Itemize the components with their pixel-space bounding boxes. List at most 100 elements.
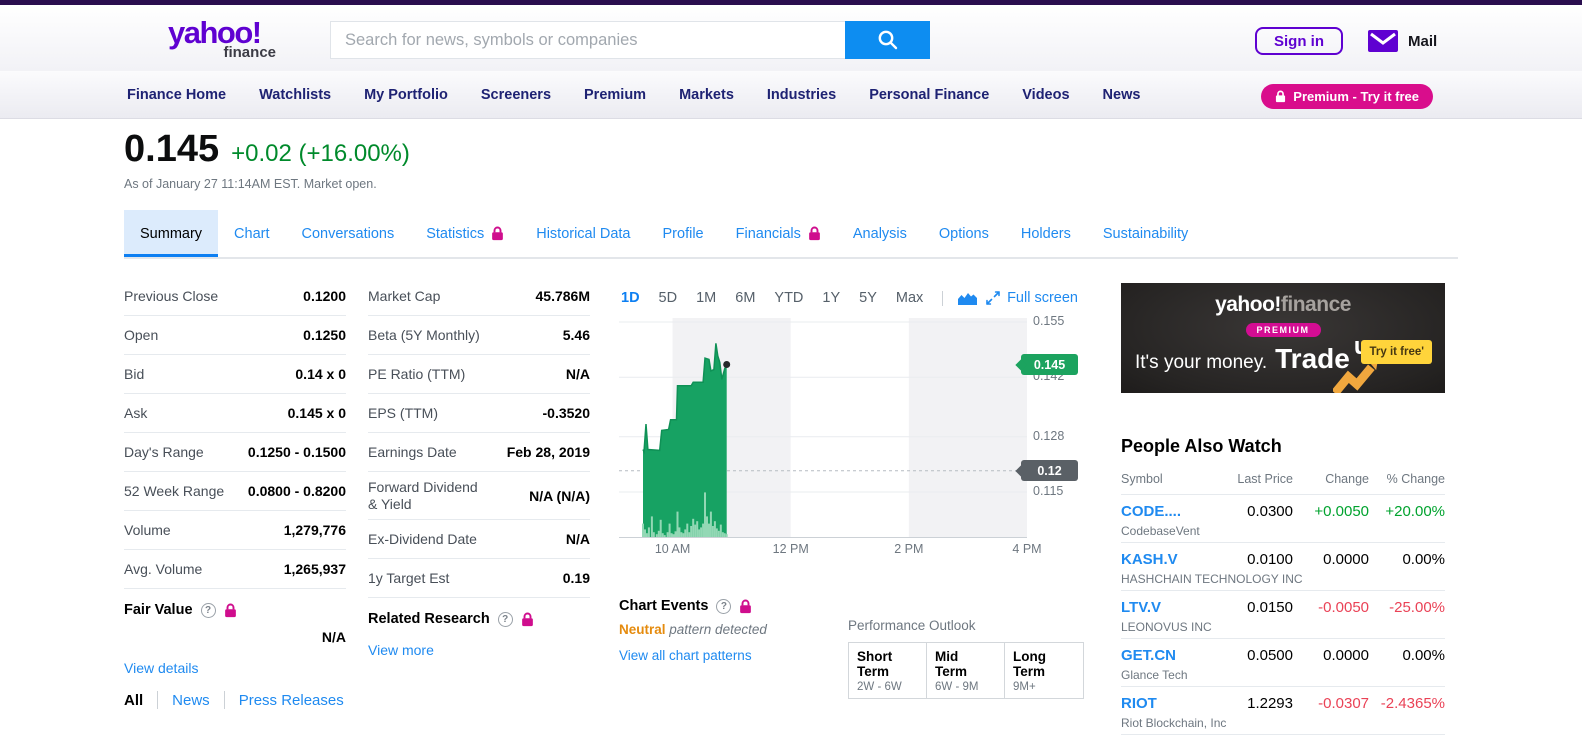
chart-events-title: Chart Events [619, 598, 708, 614]
nav-item[interactable]: Personal Finance [869, 87, 989, 103]
paw-row-code[interactable]: CODE....CodebaseVent0.0300+0.0050+20.00% [1121, 495, 1445, 543]
nav-item[interactable]: Videos [1022, 87, 1069, 103]
ad-logo: yahoo!finance [1121, 293, 1445, 317]
stat-row: Bid0.14 x 0 [124, 355, 346, 394]
tab-label: Profile [663, 226, 704, 242]
nav-item[interactable]: Markets [679, 87, 734, 103]
news-filter-all[interactable]: All [124, 692, 143, 709]
symbol-link[interactable]: CODE.... [1121, 503, 1181, 520]
current-price: 0.145 [124, 128, 219, 171]
range-button-6m[interactable]: 6M [735, 290, 755, 306]
last-price: 0.0150 [1247, 599, 1293, 616]
range-button-1d[interactable]: 1D [621, 290, 640, 306]
view-details-link[interactable]: View details [124, 660, 346, 676]
tab-options[interactable]: Options [923, 210, 1005, 257]
news-filter-tabs: All News Press Releases [124, 691, 344, 709]
search-input[interactable] [330, 21, 845, 59]
last-price: 0.0300 [1247, 503, 1293, 520]
stat-value: Feb 28, 2019 [507, 444, 590, 460]
stat-label: Market Cap [368, 288, 440, 305]
help-icon[interactable]: ? [716, 599, 731, 614]
percent-change: 0.00% [1402, 551, 1445, 568]
outlook-term: Long Term [1013, 649, 1057, 679]
stat-label: Ex-Dividend Date [368, 531, 477, 548]
view-more-link[interactable]: View more [368, 642, 590, 658]
range-button-5y[interactable]: 5Y [859, 290, 877, 306]
stat-value: 1,279,776 [284, 522, 346, 538]
tab-financials[interactable]: Financials [720, 210, 837, 257]
toolbar-divider [942, 291, 943, 306]
pattern-sentiment-suffix: pattern detected [669, 622, 767, 637]
tab-profile[interactable]: Profile [647, 210, 720, 257]
tabs-divider [124, 257, 1458, 259]
try-it-free-button[interactable]: Try it free' [1361, 340, 1432, 364]
company-name: HASHCHAIN TECHNOLOGY INC [1121, 572, 1303, 586]
tab-label: Options [939, 226, 989, 242]
full-screen-button[interactable]: Full screen [986, 290, 1078, 306]
paw-row-riot[interactable]: RIOTRiot Blockchain, Inc1.2293-0.0307-2.… [1121, 687, 1445, 735]
tab-chart[interactable]: Chart [218, 210, 285, 257]
quote-tabs: SummaryChartConversationsStatisticsHisto… [124, 210, 1204, 257]
stat-label: Volume [124, 522, 171, 539]
range-button-1y[interactable]: 1Y [822, 290, 840, 306]
yahoo-finance-logo[interactable]: yahoo! finance [168, 15, 278, 61]
tab-conversations[interactable]: Conversations [286, 210, 411, 257]
nav-item[interactable]: Finance Home [127, 87, 226, 103]
stat-label: Bid [124, 366, 144, 383]
tab-holders[interactable]: Holders [1005, 210, 1087, 257]
company-name: LEONOVUS INC [1121, 620, 1212, 634]
current-price-badge: 0.145 [1021, 354, 1078, 375]
x-tick-label: 2 PM [894, 542, 923, 556]
stat-row: Open0.1250 [124, 316, 346, 355]
fair-value-label: Fair Value [124, 602, 193, 618]
mail-link[interactable]: Mail [1368, 30, 1437, 52]
nav-item[interactable]: Premium [584, 87, 646, 103]
range-button-5d[interactable]: 5D [659, 290, 678, 306]
change: 0.0000 [1323, 647, 1369, 664]
tab-sustainability[interactable]: Sustainability [1087, 210, 1204, 257]
help-icon[interactable]: ? [201, 603, 216, 618]
nav-item[interactable]: Screeners [481, 87, 551, 103]
news-filter-press-releases[interactable]: Press Releases [239, 692, 344, 709]
area-chart-type-icon[interactable] [958, 292, 977, 305]
range-button-max[interactable]: Max [896, 290, 923, 306]
percent-change: 0.00% [1402, 647, 1445, 664]
stat-row: Avg. Volume1,265,937 [124, 550, 346, 589]
help-icon[interactable]: ? [498, 612, 513, 627]
quote-header: 0.145 +0.02 (+16.00%) [124, 128, 410, 171]
paw-row-kashv[interactable]: KASH.VHASHCHAIN TECHNOLOGY INC0.01000.00… [1121, 543, 1445, 591]
paw-row-getcn[interactable]: GET.CNGlance Tech0.05000.00000.00% [1121, 639, 1445, 687]
nav-item[interactable]: News [1103, 87, 1141, 103]
symbol-link[interactable]: GET.CN [1121, 647, 1176, 664]
nav-item[interactable]: Watchlists [259, 87, 331, 103]
stat-label: Earnings Date [368, 444, 457, 461]
sign-in-button[interactable]: Sign in [1255, 27, 1343, 55]
nav-item[interactable]: My Portfolio [364, 87, 448, 103]
fair-value-section: Fair Value ? N/A View details [124, 602, 346, 676]
search-button[interactable] [845, 21, 930, 59]
percent-change: +20.00% [1385, 503, 1445, 520]
range-button-1m[interactable]: 1M [696, 290, 716, 306]
stat-row: Day's Range0.1250 - 0.1500 [124, 433, 346, 472]
premium-try-it-free-button[interactable]: Premium - Try it free [1261, 84, 1433, 109]
tab-summary[interactable]: Summary [124, 210, 218, 257]
stat-value: N/A [566, 366, 590, 382]
search-icon [877, 29, 899, 51]
view-all-chart-patterns-link[interactable]: View all chart patterns [619, 648, 849, 663]
paw-row-ltvv[interactable]: LTV.VLEONOVUS INC0.0150-0.0050-25.00% [1121, 591, 1445, 639]
price-chart[interactable] [619, 318, 1027, 538]
tab-analysis[interactable]: Analysis [837, 210, 923, 257]
news-filter-news[interactable]: News [172, 692, 210, 709]
related-research-section: Related Research ? View more [368, 611, 590, 658]
nav-item[interactable]: Industries [767, 87, 836, 103]
symbol-link[interactable]: KASH.V [1121, 551, 1178, 568]
symbol-link[interactable]: RIOT [1121, 695, 1157, 712]
stat-label: Day's Range [124, 444, 204, 461]
symbol-link[interactable]: LTV.V [1121, 599, 1161, 616]
stat-value: 45.786M [536, 288, 590, 304]
tab-historical-data[interactable]: Historical Data [520, 210, 646, 257]
premium-ad-banner[interactable]: yahoo!finance PREMIUM It's your money. T… [1121, 283, 1445, 393]
range-button-ytd[interactable]: YTD [774, 290, 803, 306]
tab-statistics[interactable]: Statistics [410, 210, 520, 257]
lock-icon [1275, 90, 1286, 103]
